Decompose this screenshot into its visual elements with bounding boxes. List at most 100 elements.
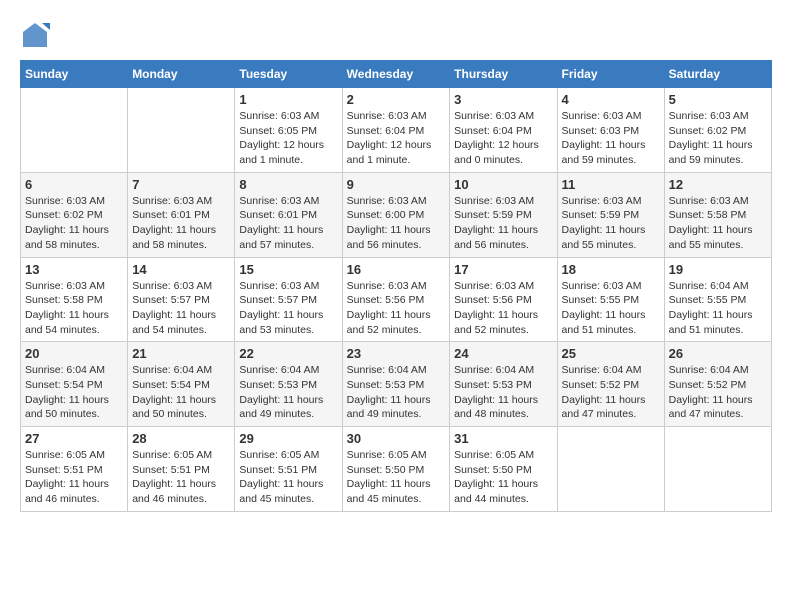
- day-info: Sunrise: 6:03 AM Sunset: 5:55 PM Dayligh…: [562, 279, 660, 338]
- day-number: 3: [454, 92, 552, 107]
- day-number: 30: [347, 431, 446, 446]
- calendar-cell: 13 Sunrise: 6:03 AM Sunset: 5:58 PM Dayli…: [21, 257, 128, 342]
- day-number: 31: [454, 431, 552, 446]
- day-number: 1: [239, 92, 337, 107]
- day-number: 19: [669, 262, 767, 277]
- header-friday: Friday: [557, 61, 664, 88]
- calendar-cell: 24 Sunrise: 6:04 AM Sunset: 5:53 PM Dayli…: [450, 342, 557, 427]
- calendar-cell: 17Sunrise: 6:03 AM Sunset: 5:56 PM Dayli…: [450, 257, 557, 342]
- day-info: Sunrise: 6:03 AM Sunset: 6:01 PM Dayligh…: [132, 194, 230, 253]
- day-number: 10: [454, 177, 552, 192]
- day-number: 24: [454, 346, 552, 361]
- logo-icon: [20, 20, 50, 50]
- calendar-week-4: 20 Sunrise: 6:04 AM Sunset: 5:54 PM Dayli…: [21, 342, 772, 427]
- calendar-cell: 3 Sunrise: 6:03 AM Sunset: 6:04 PM Daylig…: [450, 88, 557, 173]
- calendar-cell: 15 Sunrise: 6:03 AM Sunset: 5:57 PM Dayli…: [235, 257, 342, 342]
- calendar-cell: [664, 427, 771, 512]
- day-number: 27: [25, 431, 123, 446]
- day-info: Sunrise: 6:03 AM Sunset: 6:03 PM Dayligh…: [562, 109, 660, 168]
- day-info: Sunrise: 6:03 AM Sunset: 6:04 PM Dayligh…: [347, 109, 446, 168]
- day-number: 29: [239, 431, 337, 446]
- day-info: Sunrise: 6:03 AM Sunset: 5:57 PM Dayligh…: [132, 279, 230, 338]
- calendar-cell: 18 Sunrise: 6:03 AM Sunset: 5:55 PM Dayli…: [557, 257, 664, 342]
- day-info: Sunrise: 6:03 AM Sunset: 5:59 PM Dayligh…: [562, 194, 660, 253]
- day-info: Sunrise: 6:03 AM Sunset: 6:00 PM Dayligh…: [347, 194, 446, 253]
- day-number: 14: [132, 262, 230, 277]
- day-number: 23: [347, 346, 446, 361]
- day-info: Sunrise: 6:04 AM Sunset: 5:54 PM Dayligh…: [25, 363, 123, 422]
- calendar-cell: 21 Sunrise: 6:04 AM Sunset: 5:54 PM Dayli…: [128, 342, 235, 427]
- calendar-cell: 26Sunrise: 6:04 AM Sunset: 5:52 PM Dayli…: [664, 342, 771, 427]
- day-info: Sunrise: 6:05 AM Sunset: 5:51 PM Dayligh…: [25, 448, 123, 507]
- calendar-cell: 10 Sunrise: 6:03 AM Sunset: 5:59 PM Dayli…: [450, 172, 557, 257]
- day-info: Sunrise: 6:04 AM Sunset: 5:53 PM Dayligh…: [239, 363, 337, 422]
- calendar-cell: 14 Sunrise: 6:03 AM Sunset: 5:57 PM Dayli…: [128, 257, 235, 342]
- header-saturday: Saturday: [664, 61, 771, 88]
- logo: [20, 20, 54, 50]
- day-number: 2: [347, 92, 446, 107]
- calendar-header-row: SundayMondayTuesdayWednesdayThursdayFrid…: [21, 61, 772, 88]
- calendar-cell: 25 Sunrise: 6:04 AM Sunset: 5:52 PM Dayli…: [557, 342, 664, 427]
- day-number: 5: [669, 92, 767, 107]
- calendar-cell: [128, 88, 235, 173]
- calendar-cell: 2 Sunrise: 6:03 AM Sunset: 6:04 PM Daylig…: [342, 88, 450, 173]
- day-info: Sunrise: 6:05 AM Sunset: 5:51 PM Dayligh…: [239, 448, 337, 507]
- calendar-cell: 22 Sunrise: 6:04 AM Sunset: 5:53 PM Dayli…: [235, 342, 342, 427]
- calendar-cell: [557, 427, 664, 512]
- day-info: Sunrise: 6:03 AM Sunset: 5:59 PM Dayligh…: [454, 194, 552, 253]
- calendar-cell: 30Sunrise: 6:05 AM Sunset: 5:50 PM Dayli…: [342, 427, 450, 512]
- day-number: 15: [239, 262, 337, 277]
- header-thursday: Thursday: [450, 61, 557, 88]
- calendar-cell: 9 Sunrise: 6:03 AM Sunset: 6:00 PM Daylig…: [342, 172, 450, 257]
- day-number: 4: [562, 92, 660, 107]
- day-info: Sunrise: 6:04 AM Sunset: 5:53 PM Dayligh…: [454, 363, 552, 422]
- day-info: Sunrise: 6:03 AM Sunset: 5:58 PM Dayligh…: [25, 279, 123, 338]
- day-number: 18: [562, 262, 660, 277]
- day-number: 13: [25, 262, 123, 277]
- day-number: 21: [132, 346, 230, 361]
- header-tuesday: Tuesday: [235, 61, 342, 88]
- day-info: Sunrise: 6:04 AM Sunset: 5:53 PM Dayligh…: [347, 363, 446, 422]
- day-info: Sunrise: 6:03 AM Sunset: 5:58 PM Dayligh…: [669, 194, 767, 253]
- calendar-cell: 6Sunrise: 6:03 AM Sunset: 6:02 PM Daylig…: [21, 172, 128, 257]
- header-monday: Monday: [128, 61, 235, 88]
- day-number: 9: [347, 177, 446, 192]
- day-info: Sunrise: 6:03 AM Sunset: 6:02 PM Dayligh…: [25, 194, 123, 253]
- calendar-cell: 29 Sunrise: 6:05 AM Sunset: 5:51 PM Dayli…: [235, 427, 342, 512]
- day-number: 8: [239, 177, 337, 192]
- day-info: Sunrise: 6:03 AM Sunset: 6:02 PM Dayligh…: [669, 109, 767, 168]
- calendar-cell: 12Sunrise: 6:03 AM Sunset: 5:58 PM Dayli…: [664, 172, 771, 257]
- calendar: SundayMondayTuesdayWednesdayThursdayFrid…: [20, 60, 772, 512]
- calendar-cell: 11 Sunrise: 6:03 AM Sunset: 5:59 PM Dayli…: [557, 172, 664, 257]
- day-number: 25: [562, 346, 660, 361]
- day-number: 16: [347, 262, 446, 277]
- calendar-cell: 20 Sunrise: 6:04 AM Sunset: 5:54 PM Dayli…: [21, 342, 128, 427]
- day-info: Sunrise: 6:03 AM Sunset: 5:56 PM Dayligh…: [454, 279, 552, 338]
- day-number: 28: [132, 431, 230, 446]
- calendar-cell: 31Sunrise: 6:05 AM Sunset: 5:50 PM Dayli…: [450, 427, 557, 512]
- calendar-cell: 19 Sunrise: 6:04 AM Sunset: 5:55 PM Dayli…: [664, 257, 771, 342]
- calendar-cell: 27 Sunrise: 6:05 AM Sunset: 5:51 PM Dayli…: [21, 427, 128, 512]
- calendar-cell: 1 Sunrise: 6:03 AM Sunset: 6:05 PM Daylig…: [235, 88, 342, 173]
- day-info: Sunrise: 6:04 AM Sunset: 5:54 PM Dayligh…: [132, 363, 230, 422]
- day-info: Sunrise: 6:04 AM Sunset: 5:52 PM Dayligh…: [669, 363, 767, 422]
- day-info: Sunrise: 6:03 AM Sunset: 5:57 PM Dayligh…: [239, 279, 337, 338]
- calendar-cell: 23 Sunrise: 6:04 AM Sunset: 5:53 PM Dayli…: [342, 342, 450, 427]
- calendar-cell: 8Sunrise: 6:03 AM Sunset: 6:01 PM Daylig…: [235, 172, 342, 257]
- header-sunday: Sunday: [21, 61, 128, 88]
- calendar-cell: 16 Sunrise: 6:03 AM Sunset: 5:56 PM Dayli…: [342, 257, 450, 342]
- calendar-cell: 5 Sunrise: 6:03 AM Sunset: 6:02 PM Daylig…: [664, 88, 771, 173]
- day-number: 22: [239, 346, 337, 361]
- day-info: Sunrise: 6:03 AM Sunset: 6:04 PM Dayligh…: [454, 109, 552, 168]
- day-info: Sunrise: 6:03 AM Sunset: 5:56 PM Dayligh…: [347, 279, 446, 338]
- calendar-week-2: 6Sunrise: 6:03 AM Sunset: 6:02 PM Daylig…: [21, 172, 772, 257]
- calendar-week-5: 27 Sunrise: 6:05 AM Sunset: 5:51 PM Dayli…: [21, 427, 772, 512]
- calendar-cell: 4 Sunrise: 6:03 AM Sunset: 6:03 PM Daylig…: [557, 88, 664, 173]
- day-info: Sunrise: 6:04 AM Sunset: 5:52 PM Dayligh…: [562, 363, 660, 422]
- day-number: 11: [562, 177, 660, 192]
- day-info: Sunrise: 6:04 AM Sunset: 5:55 PM Dayligh…: [669, 279, 767, 338]
- day-number: 20: [25, 346, 123, 361]
- day-info: Sunrise: 6:03 AM Sunset: 6:05 PM Dayligh…: [239, 109, 337, 168]
- day-number: 7: [132, 177, 230, 192]
- page-header: [20, 20, 772, 50]
